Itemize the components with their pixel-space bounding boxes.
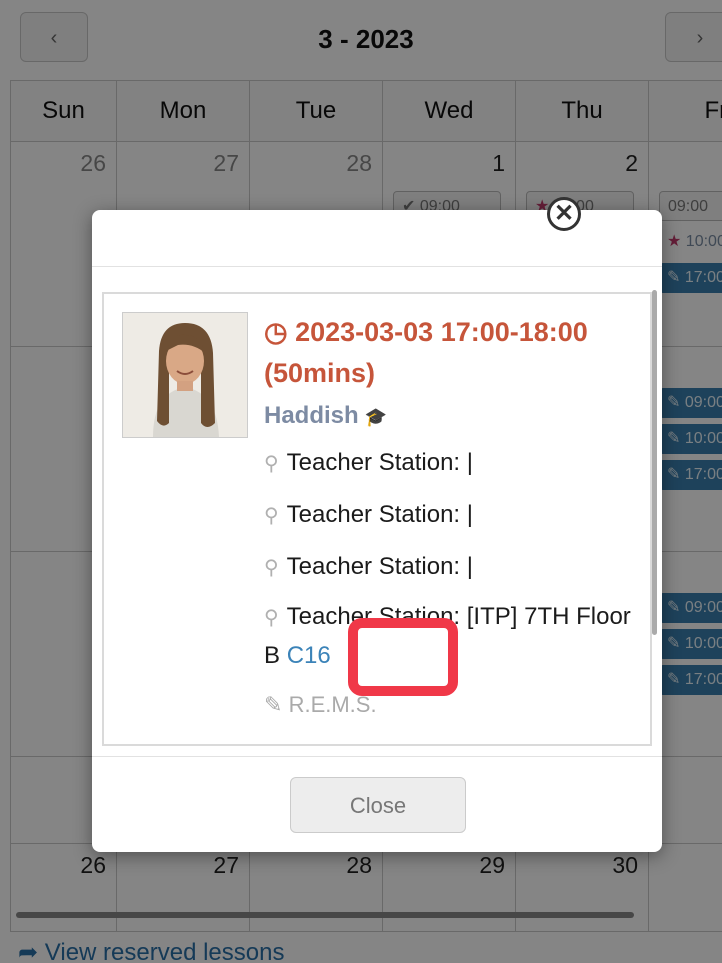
map-pin-icon: ⚲ <box>264 607 279 629</box>
teacher-name-row[interactable]: Haddish 🎓 <box>264 402 387 430</box>
teacher-station: ⚲ Teacher Station: | <box>264 444 644 483</box>
lesson-time: ◷ 2023-03-03 17:00-18:00 (50mins) <box>264 312 624 394</box>
teacher-photo <box>122 312 248 438</box>
map-pin-icon: ⚲ <box>264 557 279 579</box>
highlight-box <box>348 618 458 696</box>
lesson-detail-modal: ◷ 2023-03-03 17:00-18:00 (50mins) Haddis… <box>92 210 662 852</box>
teacher-station-text: Teacher Station: | <box>286 553 473 580</box>
room-link[interactable]: C16 <box>287 642 331 669</box>
teacher-station: ⚲ Teacher Station: | <box>264 496 644 535</box>
map-pin-icon: ⚲ <box>264 505 279 527</box>
lesson-time-text: 2023-03-03 17:00-18:00 (50mins) <box>264 317 588 388</box>
map-pin-icon: ⚲ <box>264 453 279 475</box>
pencil-icon: ✎ <box>264 692 283 717</box>
graduation-cap-icon: 🎓 <box>364 407 388 427</box>
close-button[interactable]: Close <box>290 777 466 833</box>
calendar-page: ‹ 3 - 2023 › Sun Mon Tue Wed Thu Fri 26 … <box>0 0 722 963</box>
teacher-station: ⚲ Teacher Station: | <box>264 548 644 587</box>
teacher-station-text: Teacher Station: | <box>286 449 473 476</box>
vertical-scrollbar[interactable] <box>652 290 657 635</box>
modal-footer: Close <box>92 756 662 853</box>
teacher-name: Haddish <box>264 402 359 429</box>
teacher-station-text: Teacher Station: | <box>286 501 473 528</box>
close-icon[interactable]: ✕ <box>547 197 581 231</box>
teacher-portrait-icon <box>123 313 247 437</box>
clock-icon: ◷ <box>264 317 288 347</box>
